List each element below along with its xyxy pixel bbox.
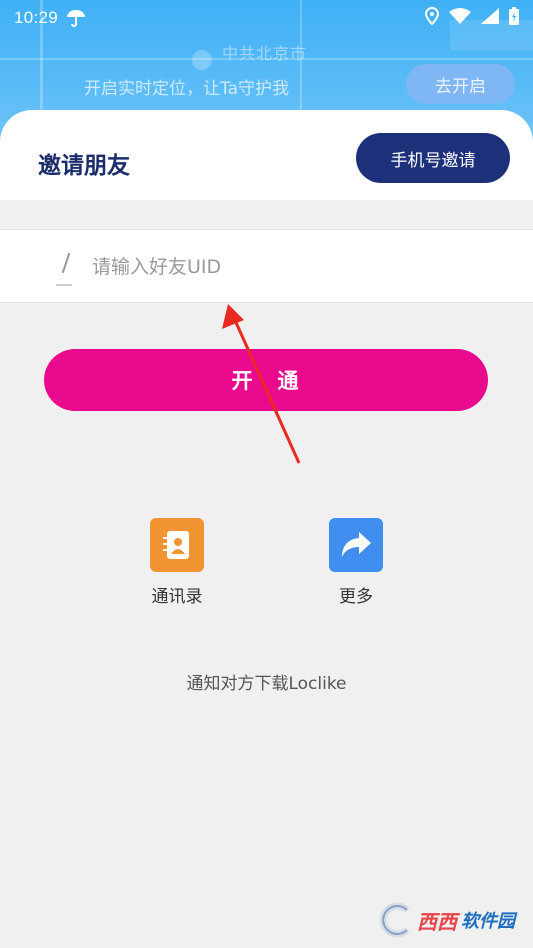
phone-invite-button[interactable]: 手机号邀请 — [356, 133, 510, 183]
locate-prompt: 开启实时定位，让Ta守护我 — [84, 79, 289, 99]
page-title: 邀请朋友 — [38, 153, 130, 179]
status-bar: 10:29 — [0, 0, 533, 36]
share-more-label: 更多 — [339, 587, 373, 607]
contacts-icon — [150, 518, 204, 572]
uid-input[interactable] — [92, 248, 492, 286]
watermark-logo: 西西 软件园 — [373, 902, 515, 938]
pen-icon — [52, 252, 74, 290]
watermark-sub: 软件园 — [461, 911, 515, 932]
share-contacts-label: 通讯录 — [151, 587, 203, 607]
share-contacts[interactable]: 通讯录 — [137, 518, 217, 607]
notify-download-text: 通知对方下载Loclike — [186, 674, 347, 694]
status-icons — [424, 6, 519, 29]
watermark-c-icon — [379, 902, 410, 938]
wifi-icon — [449, 8, 471, 28]
invite-sheet-header: 邀请朋友 手机号邀请 — [0, 110, 533, 200]
battery-icon — [509, 7, 519, 29]
watermark-main: 西西 — [417, 909, 457, 934]
umbrella-icon — [66, 9, 86, 27]
status-time: 10:29 — [14, 8, 59, 27]
open-button[interactable]: 开 通 — [44, 349, 488, 411]
share-arrow-icon — [329, 518, 383, 572]
share-more[interactable]: 更多 — [316, 518, 396, 607]
uid-input-row — [0, 229, 533, 303]
enable-location-button[interactable]: 去开启 — [406, 64, 515, 104]
signal-icon — [481, 8, 499, 28]
invite-friends-screen: 10:29 中共北京市 开启实时定位，让Ta守护我 去开启 邀请朋友 手机号邀请… — [0, 0, 533, 948]
map-place-label: 中共北京市 — [222, 44, 308, 63]
map-poi-icon — [192, 50, 212, 70]
location-icon — [424, 6, 440, 29]
